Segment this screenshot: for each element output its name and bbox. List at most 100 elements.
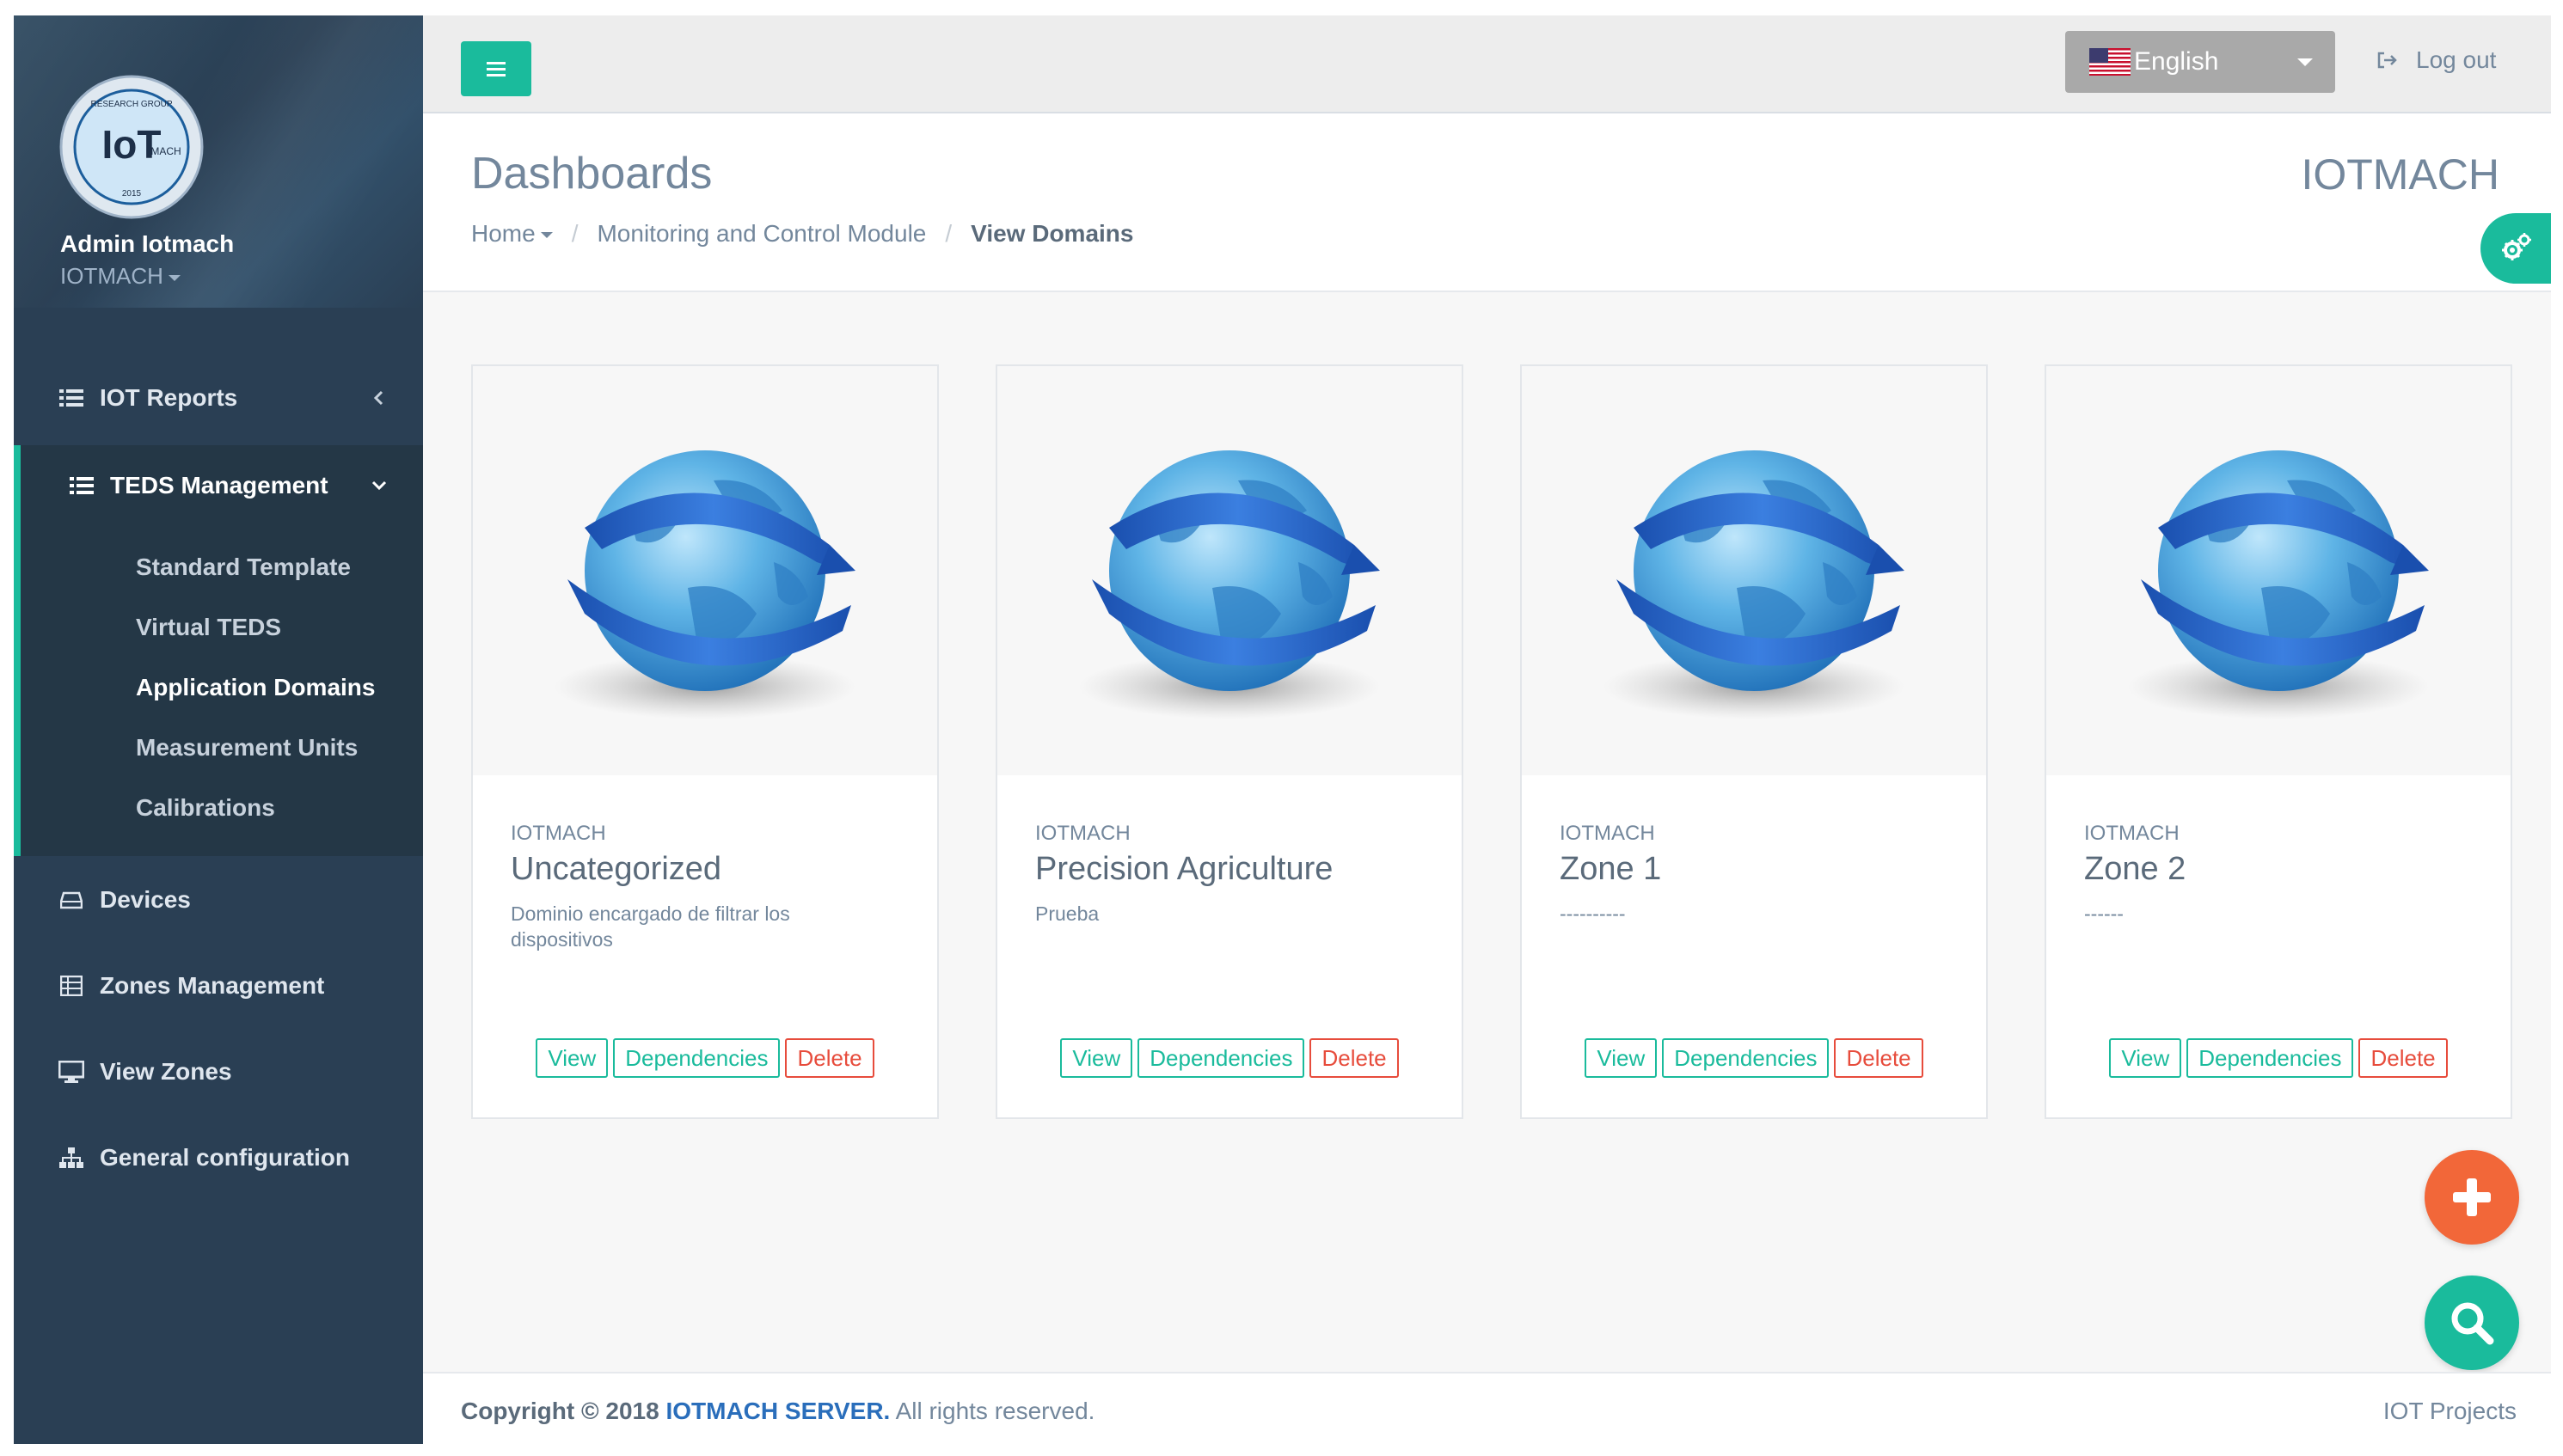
desktop-icon (58, 1059, 84, 1085)
dependencies-button[interactable]: Dependencies (1137, 1038, 1305, 1078)
globe-image (1522, 366, 1986, 775)
breadcrumb-home[interactable]: Home (471, 220, 553, 248)
card-actions: View Dependencies Delete (2046, 1038, 2511, 1078)
add-domain-button[interactable] (2425, 1150, 2519, 1245)
card-title: Zone 1 (1560, 851, 1662, 887)
top-navbar: English Log out (423, 15, 2551, 113)
card-description: ---------- (1560, 902, 1626, 925)
breadcrumb-module[interactable]: Monitoring and Control Module (597, 220, 926, 248)
sidebar-item-teds-management[interactable]: TEDS Management (14, 456, 423, 516)
domain-card: IOTMACH Zone 1 ---------- View Dependenc… (1520, 364, 1988, 1119)
sidebar-item-label: IOT Reports (100, 384, 238, 411)
card-org: IOTMACH (2084, 822, 2180, 845)
sidebar-item-zones-management[interactable]: Zones Management (14, 956, 423, 1016)
caret-down-icon (540, 232, 553, 239)
card-title: Precision Agriculture (1035, 851, 1334, 887)
profile-name: Admin Iotmach (60, 230, 235, 257)
delete-button[interactable]: Delete (785, 1038, 874, 1078)
plus-icon (2453, 1178, 2491, 1216)
card-description: ------ (2084, 902, 2124, 925)
sidebar-subitem-calibrations[interactable]: Calibrations (136, 794, 275, 822)
svg-text:IoT: IoT (102, 122, 162, 167)
sidebar: IoT MACH RESEARCH GROUP 2015 Admin Iotma… (14, 15, 423, 1444)
view-button[interactable]: View (1585, 1038, 1658, 1078)
profile-org-dropdown[interactable]: IOTMACH (60, 263, 181, 290)
logout-link[interactable]: Log out (2376, 46, 2496, 74)
domain-card: IOTMACH Uncategorized Dominio encargado … (471, 364, 939, 1119)
language-label: English (2134, 47, 2219, 76)
globe-image (2046, 366, 2511, 775)
domain-card: IOTMACH Precision Agriculture Prueba Vie… (996, 364, 1463, 1119)
sidebar-item-devices[interactable]: Devices (14, 870, 423, 930)
footer-copyright: Copyright © 2018 IOTMACH SERVER. All rig… (461, 1398, 1094, 1425)
breadcrumb-separator: / (571, 220, 579, 247)
card-actions: View Dependencies Delete (473, 1038, 937, 1078)
footer-projects: IOT Projects (2382, 1398, 2517, 1424)
view-button[interactable]: View (1060, 1038, 1133, 1078)
card-title: Uncategorized (511, 851, 722, 887)
breadcrumb-home-label: Home (471, 220, 536, 247)
us-flag-icon (2089, 48, 2131, 76)
sidebar-item-label: TEDS Management (110, 472, 328, 499)
rights-text: All rights reserved. (895, 1398, 1095, 1424)
iotmach-logo: IoT MACH RESEARCH GROUP 2015 (59, 75, 204, 219)
sidebar-item-label: Zones Management (100, 972, 325, 999)
sign-out-icon (2377, 52, 2397, 69)
page-title: Dashboards (471, 149, 713, 199)
delete-button[interactable]: Delete (1834, 1038, 1923, 1078)
dependencies-button[interactable]: Dependencies (613, 1038, 781, 1078)
chevron-left-icon (373, 390, 383, 406)
sidebar-item-label: Devices (100, 886, 191, 913)
language-select[interactable]: English (2065, 31, 2335, 93)
card-actions: View Dependencies Delete (997, 1038, 1462, 1078)
sidebar-item-general-configuration[interactable]: General configuration (14, 1128, 423, 1188)
sidebar-subitem-standard-template[interactable]: Standard Template (136, 554, 351, 581)
delete-button[interactable]: Delete (1309, 1038, 1399, 1078)
footer: Copyright © 2018 IOTMACH SERVER. All rig… (423, 1372, 2551, 1444)
sitemap-icon (58, 1145, 84, 1171)
globe-image (997, 366, 1462, 775)
globe-image (473, 366, 937, 775)
gears-icon (2502, 233, 2531, 260)
grid-icon (58, 973, 84, 999)
search-icon (2451, 1302, 2494, 1345)
card-description: Prueba (1035, 902, 1100, 925)
svg-text:MACH: MACH (150, 145, 181, 157)
view-button[interactable]: View (2109, 1038, 2182, 1078)
sidebar-subitem-application-domains[interactable]: Application Domains (136, 674, 375, 701)
hamburger-icon (487, 62, 506, 76)
page-header: Dashboards IOTMACH Home / Monitoring and… (423, 113, 2551, 292)
card-actions: View Dependencies Delete (1522, 1038, 1986, 1078)
breadcrumb-separator: / (945, 220, 953, 247)
settings-toggle-button[interactable] (2480, 213, 2551, 284)
profile-panel: IoT MACH RESEARCH GROUP 2015 Admin Iotma… (14, 15, 423, 308)
sidebar-subitem-virtual-teds[interactable]: Virtual TEDS (136, 614, 281, 641)
dependencies-button[interactable]: Dependencies (2186, 1038, 2354, 1078)
sidebar-item-label: View Zones (100, 1058, 232, 1085)
sidebar-group-teds: TEDS Management Standard Template Virtua… (14, 445, 423, 856)
footer-brand-link[interactable]: IOTMACH SERVER. (665, 1398, 890, 1424)
svg-text:2015: 2015 (122, 189, 142, 199)
breadcrumb: Home / Monitoring and Control Module / V… (471, 220, 1133, 248)
logout-label: Log out (2416, 46, 2497, 73)
copyright-text: Copyright © 2018 (461, 1398, 659, 1424)
page-brand: IOTMACH (2301, 150, 2499, 199)
sidebar-item-view-zones[interactable]: View Zones (14, 1042, 423, 1102)
hdd-icon (58, 887, 84, 913)
list-icon (69, 473, 95, 499)
main-content: IOTMACH Uncategorized Dominio encargado … (423, 292, 2551, 1372)
search-button[interactable] (2425, 1276, 2519, 1370)
sidebar-subitem-measurement-units[interactable]: Measurement Units (136, 734, 358, 762)
chevron-down-icon (371, 480, 387, 491)
dependencies-button[interactable]: Dependencies (1662, 1038, 1830, 1078)
breadcrumb-current: View Domains (971, 220, 1134, 247)
view-button[interactable]: View (536, 1038, 609, 1078)
menu-toggle-button[interactable] (461, 41, 531, 96)
card-org: IOTMACH (511, 822, 606, 845)
sidebar-item-iot-reports[interactable]: IOT Reports (14, 368, 423, 428)
caret-down-icon (2297, 58, 2313, 66)
delete-button[interactable]: Delete (2358, 1038, 2448, 1078)
card-org: IOTMACH (1035, 822, 1131, 845)
profile-org-label: IOTMACH (60, 263, 163, 289)
domain-card: IOTMACH Zone 2 ------ View Dependencies … (2045, 364, 2512, 1119)
